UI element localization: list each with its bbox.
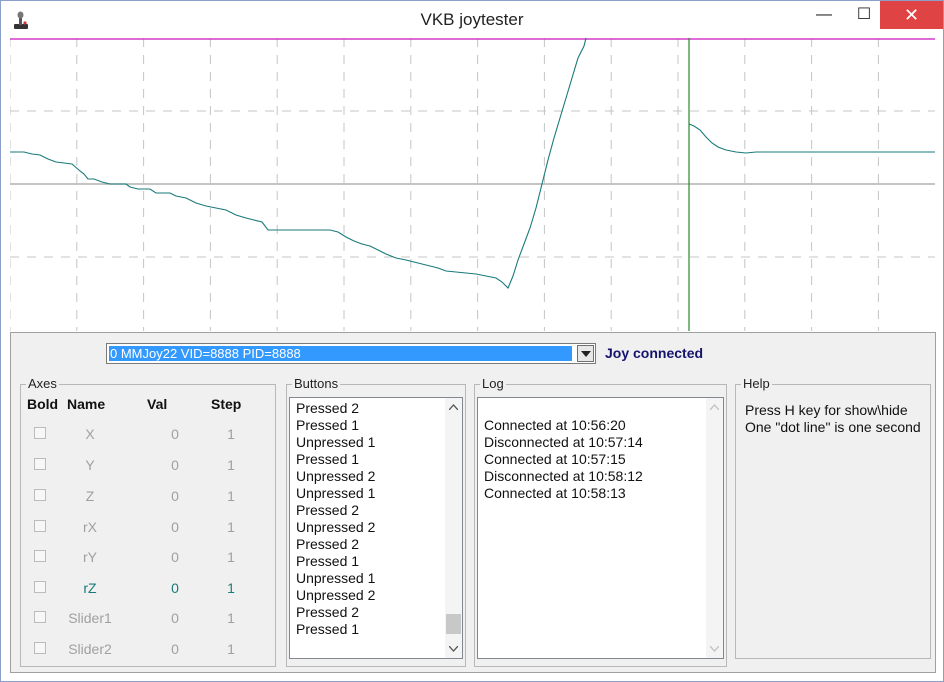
axis-row: rZ 0 1 (21, 580, 271, 598)
buttons-group-label: Buttons (292, 376, 341, 391)
axis-name: rX (83, 519, 97, 535)
axis-value: 0 (171, 519, 179, 535)
bold-checkbox[interactable] (34, 458, 46, 470)
list-item[interactable]: Unpressed 2 (296, 519, 375, 536)
list-item[interactable]: Pressed 2 (296, 536, 375, 553)
device-select-value: 0 MMJoy22 VID=8888 PID=8888 (109, 346, 572, 361)
column-header-step: Step (211, 396, 242, 412)
help-group: Help Press H key for show\hide One "dot l… (735, 376, 931, 659)
axis-step: 1 (227, 457, 235, 473)
log-list[interactable]: Connected at 10:56:20 Disconnected at 10:… (477, 397, 724, 659)
axis-name: Z (85, 488, 95, 504)
log-group-label: Log (480, 376, 506, 391)
connection-status: Joy connected (605, 345, 704, 361)
list-item[interactable]: Unpressed 1 (296, 434, 375, 451)
buttons-list[interactable]: Pressed 2 Pressed 1 Unpressed 1 Pressed 1 Un… (289, 397, 463, 659)
axis-row: Slider2 0 1 (21, 641, 271, 659)
log-entry[interactable]: Connected at 10:57:15 (484, 451, 643, 468)
list-item[interactable]: Pressed 1 (296, 553, 375, 570)
axis-name: Slider2 (68, 641, 112, 657)
scroll-down-icon[interactable] (449, 646, 458, 652)
buttons-scroll-thumb[interactable] (446, 614, 461, 634)
axis-row: X 0 1 (21, 426, 271, 444)
axis-value: 0 (171, 580, 179, 596)
axis-step: 1 (227, 519, 235, 535)
axis-value: 0 (171, 488, 179, 504)
list-item[interactable]: Unpressed 1 (296, 485, 375, 502)
axes-group: Axes Bold Name Val Step X 0 1 Y 0 1 Z 0 1 rX 0 1 rY 0… (20, 376, 276, 667)
axes-group-label: Axes (26, 376, 59, 391)
list-item[interactable]: Unpressed 2 (296, 468, 375, 485)
close-button[interactable]: ✕ (880, 1, 943, 29)
list-item[interactable]: Pressed 2 (296, 604, 375, 621)
list-item[interactable]: Pressed 1 (296, 417, 375, 434)
axis-step: 1 (227, 610, 235, 626)
axis-step: 1 (227, 641, 235, 657)
axis-name: X (85, 426, 95, 442)
dropdown-button[interactable] (577, 345, 594, 362)
list-item[interactable]: Unpressed 1 (296, 570, 375, 587)
log-entry[interactable]: Disconnected at 10:57:14 (484, 434, 643, 451)
buttons-scrollbar[interactable] (445, 398, 462, 658)
axis-row: rY 0 1 (21, 549, 271, 567)
log-entry[interactable]: Connected at 10:58:13 (484, 485, 643, 502)
axis-value: 0 (171, 641, 179, 657)
app-window: VKB joytester — ☐ ✕ 0 MMJoy22 VID=8888 P… (0, 0, 944, 682)
axis-step: 1 (227, 549, 235, 565)
bold-checkbox[interactable] (34, 611, 46, 623)
minimize-button[interactable]: — (801, 1, 847, 29)
scroll-up-icon[interactable] (710, 404, 719, 410)
buttons-group: Buttons Pressed 2 Pressed 1 Unpressed 1 Pre… (286, 376, 466, 667)
bold-checkbox[interactable] (34, 489, 46, 501)
list-item[interactable]: Pressed 2 (296, 400, 375, 417)
axis-name: Slider1 (68, 610, 112, 626)
help-group-label: Help (741, 376, 772, 391)
log-entry[interactable] (484, 400, 643, 417)
axis-name: rY (83, 549, 97, 565)
axis-trace (10, 38, 587, 289)
column-header-name: Name (67, 396, 106, 412)
device-select[interactable]: 0 MMJoy22 VID=8888 PID=8888 (106, 343, 596, 364)
axis-value: 0 (171, 610, 179, 626)
axis-value: 0 (171, 426, 179, 442)
scroll-up-icon[interactable] (449, 404, 458, 410)
log-entry[interactable]: Disconnected at 10:58:12 (484, 468, 643, 485)
list-item[interactable]: Unpressed 2 (296, 587, 375, 604)
log-scrollbar[interactable] (706, 398, 723, 658)
axis-step: 1 (227, 580, 235, 596)
column-header-bold: Bold (27, 396, 59, 412)
bold-checkbox[interactable] (34, 581, 46, 593)
axis-row: Y 0 1 (21, 457, 271, 475)
list-item[interactable]: Pressed 2 (296, 502, 375, 519)
bold-checkbox[interactable] (34, 520, 46, 532)
axis-step: 1 (227, 488, 235, 504)
column-header-val: Val (147, 396, 168, 412)
maximize-button[interactable]: ☐ (847, 1, 881, 29)
bold-checkbox[interactable] (34, 642, 46, 654)
log-entry[interactable]: Connected at 10:56:20 (484, 417, 643, 434)
axis-step: 1 (227, 426, 235, 442)
scroll-down-icon[interactable] (710, 646, 719, 652)
axis-row: Slider1 0 1 (21, 610, 271, 628)
title-bar[interactable]: VKB joytester — ☐ ✕ (1, 1, 943, 37)
bold-checkbox[interactable] (34, 550, 46, 562)
axis-name: rZ (83, 580, 97, 596)
axis-row: rX 0 1 (21, 519, 271, 537)
log-group: Log Connected at 10:56:20 Disconnected at… (474, 376, 727, 667)
axis-graph (10, 38, 935, 331)
axis-value: 0 (171, 549, 179, 565)
chevron-down-icon (581, 351, 591, 357)
help-text: One "dot line" is one second (745, 419, 921, 435)
control-panel: 0 MMJoy22 VID=8888 PID=8888 Joy connecte… (10, 332, 936, 673)
list-item[interactable]: Pressed 1 (296, 451, 375, 468)
axis-row: Z 0 1 (21, 488, 271, 506)
axis-name: Y (85, 457, 95, 473)
bold-checkbox[interactable] (34, 427, 46, 439)
help-text: Press H key for show\hide (745, 402, 908, 418)
axis-value: 0 (171, 457, 179, 473)
list-item[interactable]: Pressed 1 (296, 621, 375, 638)
